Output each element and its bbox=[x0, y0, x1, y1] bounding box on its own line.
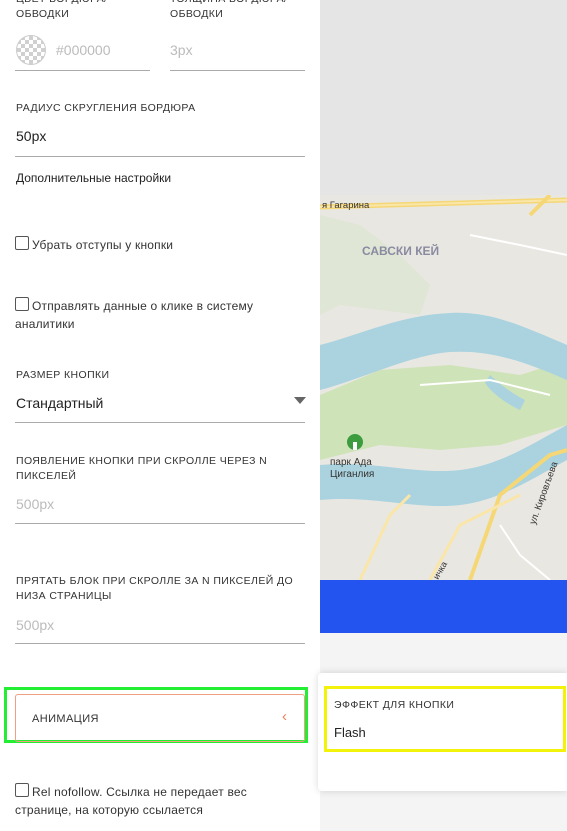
effect-label: ЭФФЕКТ ДЛЯ КНОПКИ bbox=[334, 699, 455, 711]
button-size-select[interactable]: Стандартный bbox=[16, 395, 103, 411]
radius-input[interactable]: 50px bbox=[16, 128, 46, 144]
stroke-color-input[interactable]: #000000 bbox=[56, 42, 111, 58]
animation-label[interactable]: АНИМАЦИЯ bbox=[32, 713, 99, 725]
button-size-underline bbox=[15, 422, 305, 423]
scroll-hide-label-1: ПРЯТАТЬ БЛОК ПРИ СКРОЛЛЕ ЗА N ПИКСЕЛЕЙ Д… bbox=[16, 575, 294, 587]
chevron-down-icon[interactable] bbox=[294, 397, 306, 404]
remove-padding-checkbox[interactable] bbox=[15, 236, 29, 250]
chevron-left-icon[interactable]: ‹ bbox=[282, 708, 287, 725]
nofollow-label-line2[interactable]: странице, на которую ссылается bbox=[15, 801, 203, 819]
scroll-show-label-1: ПОЯВЛЕНИЕ КНОПКИ ПРИ СКРОЛЛЕ ЧЕРЕЗ N bbox=[16, 455, 268, 467]
stroke-width-input[interactable]: 3px bbox=[170, 42, 193, 58]
radius-label: РАДИУС СКРУГЛЕНИЯ БОРДЮРА bbox=[16, 102, 196, 114]
scroll-hide-label-2: НИЗА СТРАНИЦЫ bbox=[16, 590, 112, 602]
color-swatch[interactable] bbox=[16, 35, 46, 65]
effect-highlight bbox=[324, 686, 566, 752]
button-preview-band bbox=[320, 580, 567, 633]
preview-background bbox=[320, 0, 567, 195]
map-park-label-1: парк Ада bbox=[330, 457, 372, 468]
scroll-hide-underline bbox=[15, 643, 305, 644]
map-street-label: я Гагарина bbox=[322, 200, 370, 211]
map-park-label-2: Циганлия bbox=[330, 469, 374, 480]
scroll-show-underline bbox=[15, 523, 305, 524]
remove-padding-label[interactable]: Убрать отступы у кнопки bbox=[32, 236, 173, 254]
analytics-label-line2[interactable]: аналитики bbox=[15, 315, 75, 333]
scroll-hide-input[interactable]: 500px bbox=[16, 617, 54, 633]
effect-select[interactable]: Flash bbox=[334, 725, 366, 740]
advanced-settings-title: Дополнительные настройки bbox=[16, 171, 172, 185]
stroke-color-label: ЦВЕТ БОРДЮРА/ ОБВОДКИ bbox=[16, 0, 107, 20]
scroll-show-input[interactable]: 500px bbox=[16, 496, 54, 512]
analytics-checkbox[interactable] bbox=[15, 297, 29, 311]
map-district-label: САВСКИ КЕЙ bbox=[362, 243, 439, 258]
nofollow-label-line1[interactable]: Rel nofollow. Ссылка не передает вес bbox=[32, 783, 247, 801]
analytics-label-line1[interactable]: Отправлять данные о клике в систему bbox=[32, 297, 253, 315]
stroke-width-label: ТОЛЩИНА БОРДЮРА/ ОБВОДКИ bbox=[170, 0, 287, 20]
nofollow-checkbox[interactable] bbox=[15, 783, 29, 797]
radius-underline bbox=[15, 156, 305, 157]
scroll-show-label-2: ПИКСЕЛЕЙ bbox=[16, 470, 77, 482]
stroke-width-underline bbox=[170, 70, 305, 71]
button-size-label: РАЗМЕР КНОПКИ bbox=[16, 369, 110, 381]
settings-panel: ЦВЕТ БОРДЮРА/ ОБВОДКИ ТОЛЩИНА БОРДЮРА/ О… bbox=[0, 0, 320, 831]
stroke-color-underline bbox=[15, 70, 150, 71]
map-preview[interactable]: я Гагарина САВСКИ КЕЙ парк Ада Циганлия … bbox=[320, 195, 567, 580]
